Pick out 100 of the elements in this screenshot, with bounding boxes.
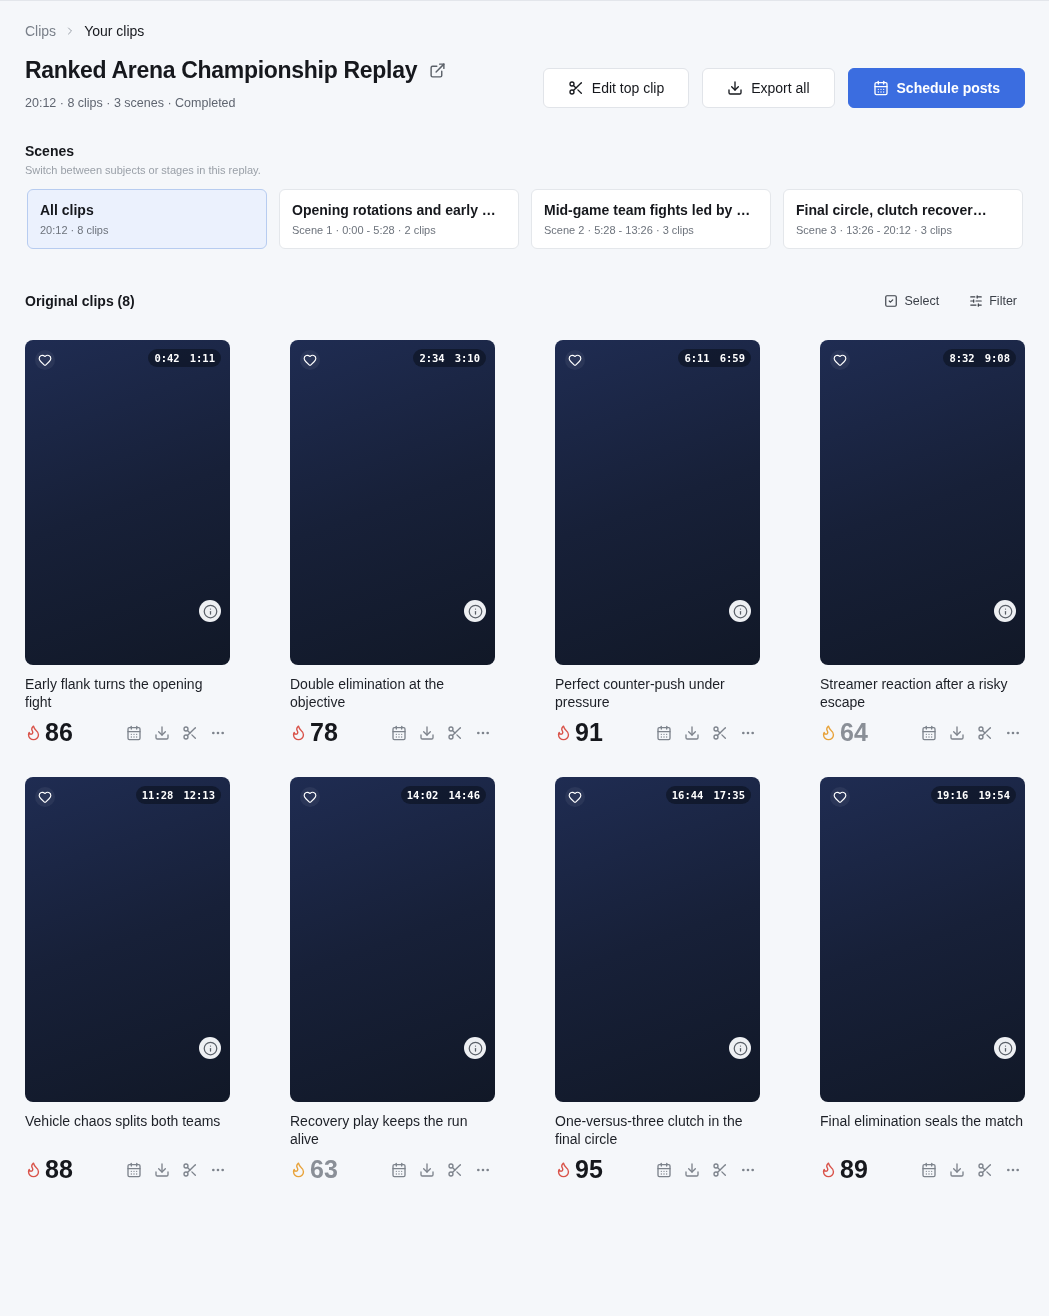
video-thumbnail[interactable]: 19:16 19:54	[820, 777, 1025, 1102]
download-icon[interactable]	[419, 724, 435, 741]
calendar-icon[interactable]	[921, 724, 937, 741]
download-icon[interactable]	[154, 724, 170, 741]
clip-score: 78	[310, 718, 338, 747]
calendar-icon[interactable]	[126, 1161, 142, 1178]
start-time: 8:32	[949, 352, 975, 364]
favorite-button[interactable]	[35, 350, 55, 370]
section-title: Scenes	[25, 143, 76, 159]
favorite-button[interactable]	[830, 350, 850, 370]
start-time: 14:02	[406, 789, 439, 801]
video-thumbnail[interactable]: 16:44 17:35	[555, 777, 760, 1102]
clip-title: Early flank turns the opening fight	[25, 675, 204, 711]
scissors-icon[interactable]	[182, 724, 198, 741]
calendar-icon[interactable]	[656, 724, 672, 741]
clip-score: 64	[840, 718, 868, 747]
calendar-icon[interactable]	[656, 1161, 672, 1178]
clip-title: One-versus-three clutch in the final circle	[555, 1112, 744, 1148]
info-button[interactable]	[729, 1037, 751, 1059]
checkbox-icon	[884, 294, 899, 308]
action-button[interactable]: Edit top clip	[542, 68, 690, 108]
end-time: 9:08	[984, 352, 1010, 364]
scissors-icon[interactable]	[977, 1161, 993, 1178]
clip-title: Recovery play keeps the run alive	[290, 1112, 469, 1148]
start-time: 11:28	[141, 789, 174, 801]
action-button[interactable]: Schedule posts	[847, 68, 1025, 108]
end-time: 3:10	[454, 352, 480, 364]
favorite-button[interactable]	[35, 787, 55, 807]
clip-score: 89	[840, 1155, 868, 1184]
end-time: 17:35	[713, 789, 745, 801]
external-link-icon[interactable]	[429, 62, 447, 79]
page-title: Ranked Arena Championship Replay	[25, 57, 418, 84]
clip-score: 88	[45, 1155, 73, 1184]
favorite-button[interactable]	[565, 350, 585, 370]
scissors-icon[interactable]	[447, 724, 463, 741]
scissors-icon[interactable]	[712, 1161, 728, 1178]
calendar-icon	[872, 80, 889, 96]
clip-title: Streamer reaction after a risky escape	[820, 675, 1009, 711]
favorite-button[interactable]	[300, 350, 320, 370]
end-time: 6:59	[719, 352, 745, 364]
video-thumbnail[interactable]: 8:32 9:08	[820, 340, 1025, 665]
video-thumbnail[interactable]: 11:28 12:13	[25, 777, 230, 1102]
toolbar-button[interactable]: Filter	[969, 294, 1017, 308]
clip-score: 63	[310, 1155, 338, 1184]
info-button[interactable]	[199, 1037, 221, 1059]
scissors-icon[interactable]	[182, 1161, 198, 1178]
calendar-icon[interactable]	[126, 724, 142, 741]
calendar-icon[interactable]	[391, 724, 407, 741]
section-title: Original clips (8)	[25, 293, 135, 309]
clip-title: Vehicle chaos splits both teams	[25, 1112, 222, 1131]
info-button[interactable]	[199, 600, 221, 622]
scene-tab[interactable]: Final circle, clutch recover… Scene 3 · 13:26 - 20:12 · 3 clips	[783, 189, 1023, 249]
replay-meta: 20:12 · 8 clips · 3 scenes · Completed	[25, 96, 237, 110]
info-button[interactable]	[464, 1037, 486, 1059]
end-time: 1:11	[189, 352, 215, 364]
breadcrumb-link[interactable]: Clips	[25, 23, 57, 39]
calendar-icon[interactable]	[391, 1161, 407, 1178]
download-icon[interactable]	[154, 1161, 170, 1178]
favorite-button[interactable]	[830, 787, 850, 807]
info-button[interactable]	[994, 1037, 1016, 1059]
info-button[interactable]	[464, 600, 486, 622]
calendar-icon[interactable]	[921, 1161, 937, 1178]
end-time: 12:13	[183, 789, 215, 801]
download-icon	[727, 80, 744, 96]
info-button[interactable]	[994, 600, 1016, 622]
start-time: 0:42	[154, 352, 180, 364]
clip-score: 95	[575, 1155, 603, 1184]
action-button[interactable]: Export all	[702, 68, 835, 108]
clip-score: 91	[575, 718, 603, 747]
video-thumbnail[interactable]: 6:11 6:59	[555, 340, 760, 665]
scissors-icon[interactable]	[977, 724, 993, 741]
download-icon[interactable]	[949, 1161, 965, 1178]
start-time: 2:34	[419, 352, 445, 364]
video-thumbnail[interactable]: 0:42 1:11	[25, 340, 230, 665]
download-icon[interactable]	[684, 724, 700, 741]
favorite-button[interactable]	[565, 787, 585, 807]
info-button[interactable]	[729, 600, 751, 622]
download-icon[interactable]	[949, 724, 965, 741]
end-time: 14:46	[448, 789, 480, 801]
toolbar-button[interactable]: Select	[884, 294, 940, 308]
scene-tab[interactable]: Opening rotations and early … Scene 1 · 0:00 - 5:28 · 2 clips	[279, 189, 519, 249]
scissors-icon	[567, 80, 584, 96]
clip-title: Perfect counter-push under pressure	[555, 675, 726, 711]
scissors-icon[interactable]	[712, 724, 728, 741]
video-thumbnail[interactable]: 14:02 14:46	[290, 777, 495, 1102]
scissors-icon[interactable]	[447, 1161, 463, 1178]
download-icon[interactable]	[419, 1161, 435, 1178]
section-subtitle: Switch between subjects or stages in this replay.	[25, 164, 262, 176]
scene-tab[interactable]: All clips 20:12 · 8 clips	[27, 189, 267, 249]
download-icon[interactable]	[684, 1161, 700, 1178]
start-time: 6:11	[684, 352, 710, 364]
clip-score: 86	[45, 718, 73, 747]
filter-icon	[969, 294, 984, 308]
video-thumbnail[interactable]: 2:34 3:10	[290, 340, 495, 665]
start-time: 19:16	[936, 789, 969, 801]
breadcrumb-current: Your clips	[84, 23, 145, 39]
scene-tab[interactable]: Mid-game team fights led by … Scene 2 · 5:28 - 13:26 · 3 clips	[531, 189, 771, 249]
clip-title: Double elimination at the objective	[290, 675, 446, 711]
favorite-button[interactable]	[300, 787, 320, 807]
clip-title: Final elimination seals the match	[820, 1112, 1025, 1131]
